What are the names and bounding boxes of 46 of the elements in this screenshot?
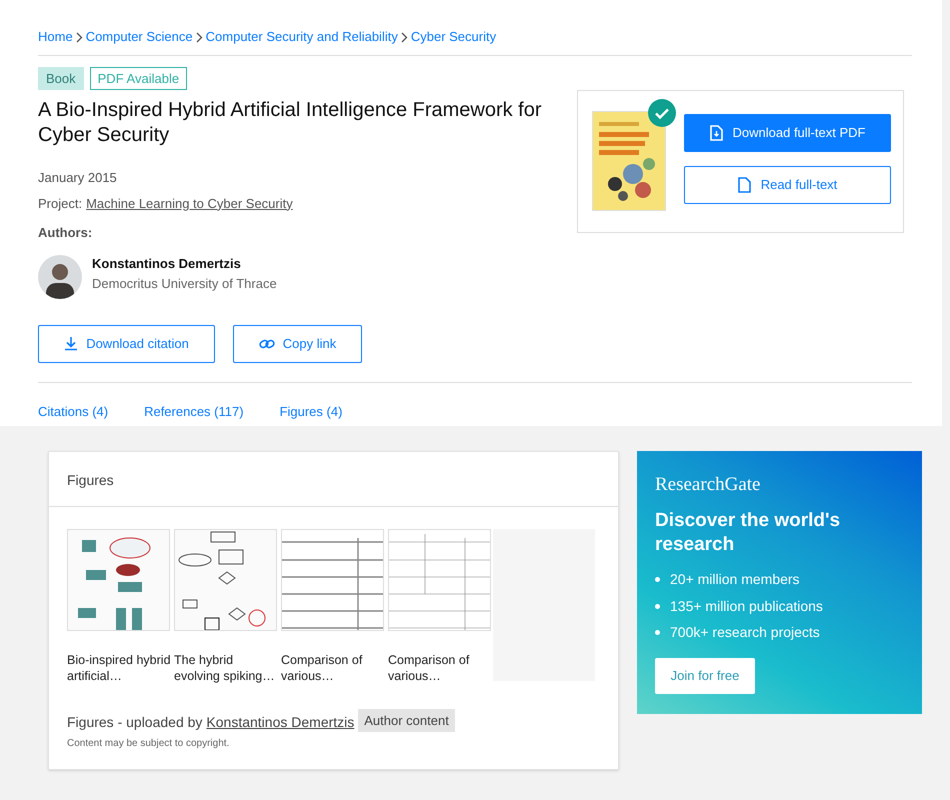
- section-tab[interactable]: Figures (4): [280, 402, 342, 421]
- chevron-icon: [400, 32, 408, 42]
- project-link[interactable]: Machine Learning to Cyber Security: [86, 194, 293, 213]
- breadcrumb-link[interactable]: Computer Science: [86, 27, 193, 47]
- document-icon: [710, 125, 723, 141]
- link-icon: [258, 338, 275, 350]
- join-button[interactable]: Join for free: [655, 658, 755, 694]
- type-badge: PDF Available: [90, 67, 188, 90]
- figures-heading: Figures: [66, 471, 115, 490]
- uploader-link[interactable]: Konstantinos Demertzis: [206, 712, 354, 733]
- author-content-badge: Author content: [358, 708, 455, 732]
- author-affiliation: Democritus University of Thrace: [92, 275, 277, 293]
- copyright-note: Content may be subject to copyright.: [66, 737, 230, 751]
- bullet-icon: [655, 630, 660, 636]
- read-full-text-button[interactable]: Read full-text: [684, 166, 891, 204]
- chevron-icon: [76, 32, 83, 42]
- promo-bullet: 20+ million members: [670, 570, 800, 590]
- download-pdf-button[interactable]: Download full-text PDF: [684, 114, 891, 152]
- download-button[interactable]: Download citation: [38, 324, 215, 362]
- authors-label: Authors:: [38, 224, 94, 242]
- document-icon: [738, 177, 751, 193]
- type-badge: Book: [38, 67, 84, 90]
- figure-caption[interactable]: Bio-inspired hybrid artificial…: [67, 652, 174, 684]
- project-label: Project:: [38, 194, 82, 213]
- download-icon: [64, 336, 78, 351]
- promo-bullet: 135+ million publications: [670, 596, 823, 616]
- breadcrumb-link[interactable]: Cyber Security: [410, 27, 496, 47]
- publication-date: January 2015: [38, 169, 118, 187]
- section-tab[interactable]: References (117): [144, 402, 244, 421]
- uploaded-by-label: Figures - uploaded by: [67, 713, 202, 732]
- breadcrumb-link[interactable]: Computer Security and Reliability: [206, 27, 398, 47]
- section-tab[interactable]: Citations (4): [38, 402, 108, 421]
- figure-caption[interactable]: Comparison of various…: [281, 652, 388, 684]
- author-name[interactable]: Konstantinos Demertzis: [92, 254, 277, 273]
- promo-bullet: 700k+ research projects: [670, 623, 820, 642]
- avatar: [38, 254, 82, 298]
- publication-title: A Bio-Inspired Hybrid Artificial Intelligence Framework for Cyber Security: [38, 98, 543, 148]
- bullet-icon: [655, 604, 660, 609]
- chevron-icon: [196, 32, 203, 42]
- breadcrumb-link[interactable]: Home: [38, 27, 73, 47]
- figure-caption[interactable]: Comparison of various…: [388, 652, 495, 684]
- brand-logo: ResearchGate: [655, 473, 762, 497]
- promo-heading: Discover the world's research: [655, 508, 842, 556]
- figure-caption[interactable]: The hybrid evolving spiking…: [174, 652, 281, 684]
- bullet-icon: [655, 577, 660, 582]
- copy-link-button[interactable]: Copy link: [233, 324, 362, 362]
